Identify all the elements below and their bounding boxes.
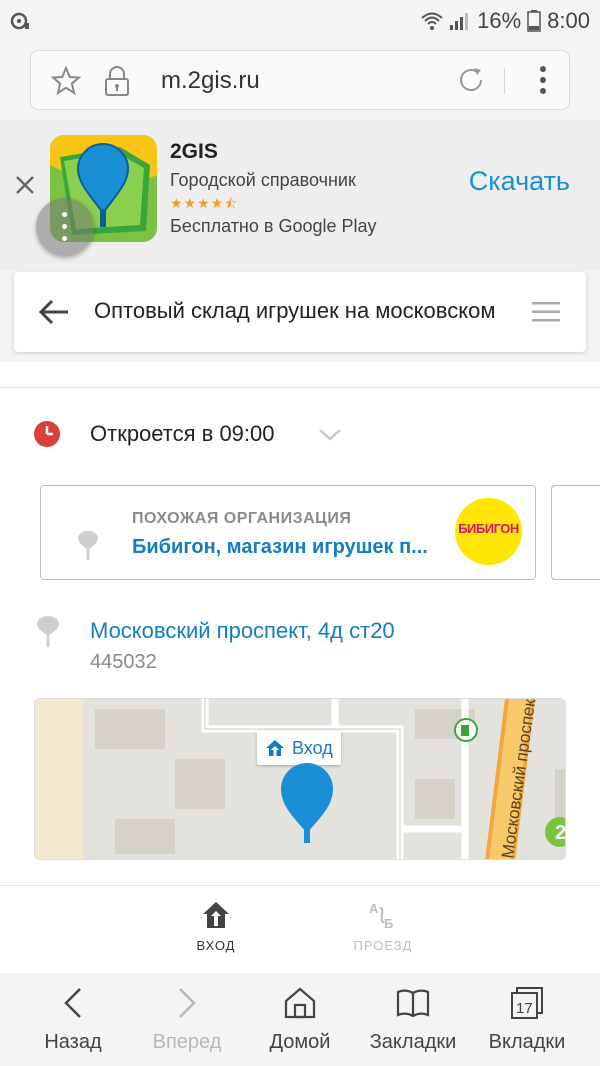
signal-icon (450, 13, 469, 30)
address-link[interactable]: Московский проспект, 4д ст20 (90, 618, 395, 644)
entrance-icon (203, 902, 229, 928)
svg-text:Б: Б (384, 916, 393, 930)
location-map[interactable]: Московский проспект 2 Вход (34, 698, 566, 860)
place-details: Откроется в 09:00 ПОХОЖАЯ ОРГАНИЗАЦИЯ Би… (0, 362, 600, 885)
map-pin-icon (78, 531, 98, 560)
chevron-right-icon (179, 988, 196, 1018)
floating-menu-bubble[interactable] (36, 198, 94, 256)
chevron-left-icon (64, 988, 81, 1018)
status-bar: 16% 8:00 (0, 0, 600, 42)
similar-organization-card[interactable]: ПОХОЖАЯ ОРГАНИЗАЦИЯ Бибигон, магазин игр… (40, 485, 536, 580)
more-vertical-icon[interactable] (539, 65, 547, 95)
url-text[interactable]: m.2gis.ru (161, 67, 260, 95)
menu-icon[interactable] (532, 301, 560, 323)
app-name: 2GIS (170, 140, 218, 163)
tab-directions[interactable]: А Б ПРОЕЗД (338, 900, 428, 953)
map-badge-number: 2 (555, 822, 566, 844)
back-label: Назад (44, 1031, 102, 1053)
back-button[interactable]: Назад (18, 985, 128, 1054)
battery-icon (527, 10, 541, 32)
svg-text:А: А (369, 901, 379, 916)
back-arrow-icon[interactable] (38, 298, 70, 326)
clock-time: 8:00 (547, 8, 590, 33)
clock-icon (34, 421, 60, 447)
similar-org-name[interactable]: Бибигон, магазин игрушек п... (132, 536, 457, 559)
book-icon (396, 989, 430, 1018)
tabs-icon: 17 (511, 987, 543, 1019)
address-bar[interactable]: m.2gis.ru (30, 50, 570, 110)
tabs-button[interactable]: 17 Вкладки (472, 985, 582, 1054)
app-subtitle: Городской справочник (170, 170, 356, 190)
mode-tabs: ВХОД А Б ПРОЕЗД (0, 885, 600, 973)
forward-label: Вперед (152, 1031, 222, 1053)
place-header: Оптовый склад игрушек на московском (14, 272, 586, 352)
home-entrance-icon (266, 740, 284, 756)
postal-code: 445032 (90, 651, 157, 673)
similar-organization-card-next[interactable] (551, 485, 600, 580)
tabs-label: Вкладки (488, 1031, 566, 1053)
forward-button[interactable]: Вперед (132, 985, 242, 1054)
status-indicators: 16% 8:00 (421, 8, 590, 34)
location-pin-icon (281, 763, 333, 843)
notification-icon (10, 12, 29, 30)
rating-stars: ★★★★⯪ (170, 195, 239, 211)
divider (504, 68, 505, 94)
divider (0, 387, 600, 388)
reload-icon[interactable] (455, 64, 487, 96)
opening-hours[interactable]: Откроется в 09:00 (90, 421, 275, 447)
entrance-text: Вход (292, 737, 333, 758)
home-icon (284, 987, 316, 1019)
close-icon[interactable] (12, 172, 38, 198)
tabs-count: 17 (516, 1000, 533, 1017)
app-install-banner: 2GIS Городской справочник ★★★★⯪ Бесплатн… (0, 120, 600, 270)
route-ab-icon: А Б (369, 901, 393, 930)
download-button[interactable]: Скачать (469, 166, 570, 197)
tab-directions-label: ПРОЕЗД (353, 938, 413, 953)
bookmarks-label: Закладки (369, 1031, 457, 1053)
browser-toolbar: Назад Вперед Домой Закладки 17 Вкладки (0, 973, 600, 1066)
place-title: Оптовый склад игрушек на московском (94, 298, 496, 323)
star-icon[interactable] (51, 66, 81, 96)
map-pin-icon (37, 616, 59, 647)
bookmarks-button[interactable]: Закладки (358, 985, 468, 1054)
lock-icon (105, 66, 129, 96)
similar-org-label: ПОХОЖАЯ ОРГАНИЗАЦИЯ (132, 510, 352, 527)
tab-entrance[interactable]: ВХОД (171, 900, 261, 953)
wifi-icon (421, 12, 443, 30)
organization-logo: БИБИГОН (455, 498, 522, 565)
chevron-down-icon[interactable] (318, 428, 342, 442)
store-text: Бесплатно в Google Play (170, 216, 377, 236)
logo-text: БИБИГОН (458, 521, 519, 536)
entrance-label: Вход (257, 731, 341, 765)
home-label: Домой (269, 1031, 331, 1053)
home-button[interactable]: Домой (245, 985, 355, 1054)
tab-entrance-label: ВХОД (196, 938, 236, 953)
battery-percent: 16% (477, 8, 522, 33)
